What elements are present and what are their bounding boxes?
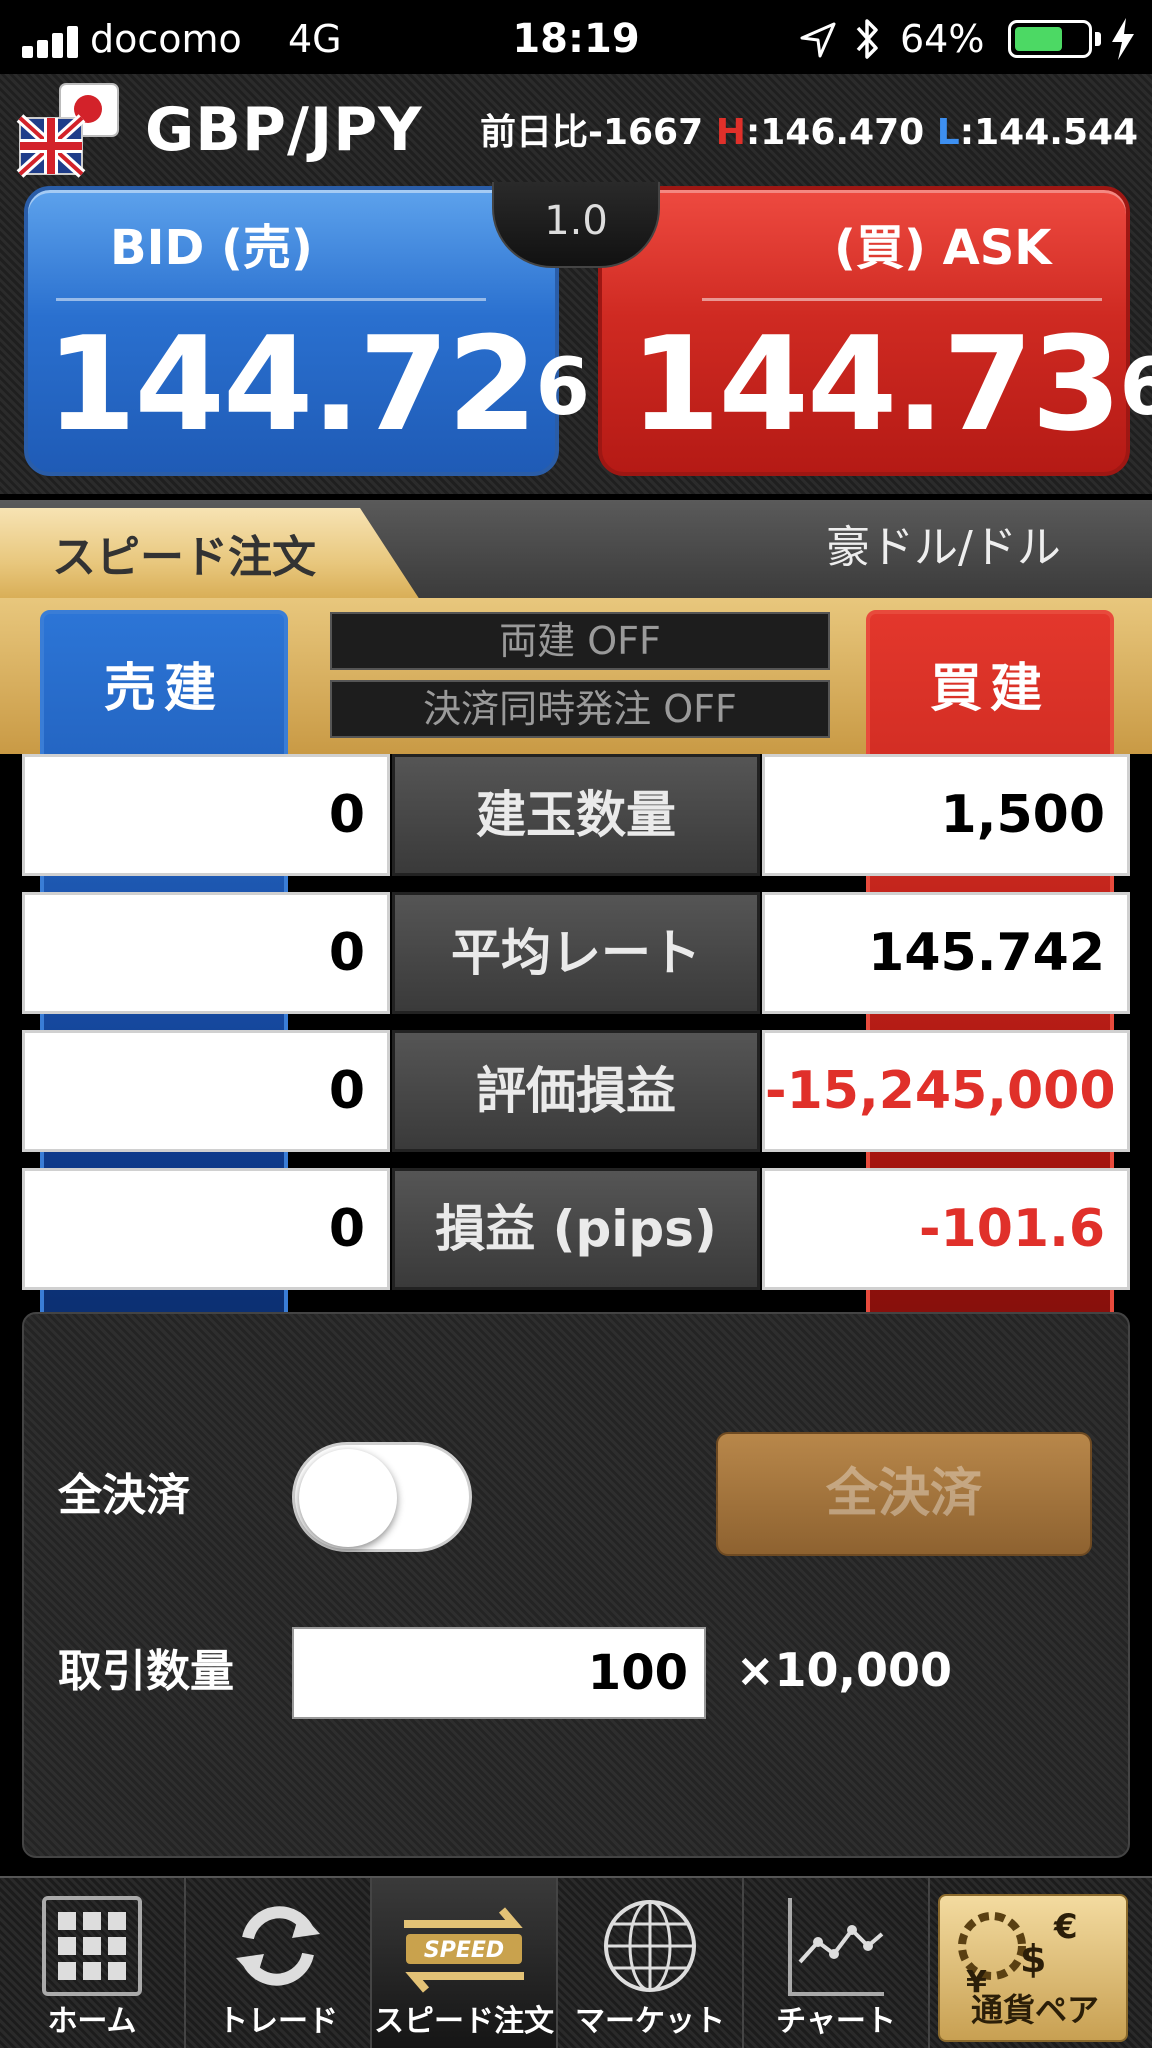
quantity-unit: ×10,000 (736, 1643, 953, 1697)
battery-cap (1095, 32, 1101, 46)
nav-trade[interactable]: トレード (186, 1878, 370, 2048)
quantity-input[interactable]: 100 (292, 1627, 706, 1719)
nav-market-label: マーケット (575, 2004, 725, 2039)
nav-chart[interactable]: チャート (744, 1878, 928, 2048)
nav-speed-order-label: スピード注文 (374, 2004, 554, 2039)
currency-icon: € $ ¥ (958, 1907, 1078, 1996)
tab-speed-order-label: スピード注文 (52, 532, 316, 583)
toggle-knob (299, 1449, 397, 1547)
spread-value: 1.0 (544, 198, 608, 244)
currency-pair-title: GBP/JPY (145, 95, 423, 165)
battery-percent: 64% (900, 17, 985, 61)
daily-stats: 前日比-1667 H:146.470 L:144.544 (480, 108, 1138, 158)
close-all-toggle[interactable] (292, 1442, 472, 1552)
simultaneous-order-setting[interactable]: 決済同時発注 OFF (330, 680, 830, 738)
hedge-setting[interactable]: 両建 OFF (330, 612, 830, 670)
nav-market[interactable]: マーケット (558, 1878, 742, 2048)
change-label: 前日比 (480, 112, 589, 153)
sell-value: 0 (22, 1168, 390, 1290)
low-letter: L (936, 112, 960, 153)
buy-value: 1,500 (762, 754, 1130, 876)
nav-home-label: ホーム (47, 2004, 137, 2039)
speed-badge-text: SPEED (424, 1938, 504, 1963)
location-icon (800, 22, 836, 58)
nav-currency-pair[interactable]: € $ ¥ 通貨ペア (938, 1894, 1128, 2042)
ask-label: (買) ASK (834, 220, 1052, 276)
change-value: -1667 (588, 112, 704, 153)
nav-currency-pair-label: 通貨ペア (970, 1991, 1099, 2029)
settlement-panel (22, 1312, 1130, 1858)
row-label: 評価損益 (392, 1030, 760, 1152)
ask-price: 144.736 (630, 308, 1152, 460)
low-value: :144.544 (959, 112, 1139, 153)
quantity-label: 取引数量 (58, 1646, 234, 1697)
close-all-button[interactable]: 全決済 (716, 1432, 1092, 1556)
bid-divider (56, 298, 486, 301)
speed-icon: SPEED (404, 1907, 524, 1993)
buy-value: 145.742 (762, 892, 1130, 1014)
currency-flags-icon (16, 83, 119, 178)
buy-value: -15,245,000 (762, 1030, 1130, 1152)
charging-icon (1112, 18, 1134, 60)
bid-button[interactable]: BID (売) 144.726 (24, 186, 590, 476)
ask-button[interactable]: (買) ASK 144.736 (598, 186, 1152, 476)
svg-text:$: $ (1020, 1937, 1046, 1981)
table-row: 0 建玉数量 1,500 (22, 754, 1130, 876)
row-label: 建玉数量 (392, 754, 760, 876)
sell-value: 0 (22, 754, 390, 876)
bluetooth-icon (856, 19, 878, 59)
table-row: 0 損益 (pips) -101.6 (22, 1168, 1130, 1290)
buy-value: -101.6 (762, 1168, 1130, 1290)
bid-price: 144.726 (46, 308, 590, 460)
sell-value: 0 (22, 892, 390, 1014)
close-all-toggle-label: 全決済 (58, 1470, 190, 1521)
nav-home[interactable]: ホーム (0, 1878, 184, 2048)
chart-icon (788, 1898, 884, 1996)
row-label: 平均レート (392, 892, 760, 1014)
buy-label: 買建 (929, 659, 1050, 719)
nav-speed-order[interactable]: SPEED スピード注文 (372, 1878, 556, 2048)
table-row: 0 平均レート 145.742 (22, 892, 1130, 1014)
svg-text:€: € (1053, 1907, 1078, 1947)
sell-label: 売建 (103, 659, 224, 719)
sell-value: 0 (22, 1030, 390, 1152)
high-value: :146.470 (745, 112, 925, 153)
bid-label: BID (売) (110, 220, 313, 276)
nav-trade-label: トレード (218, 2004, 338, 2039)
globe-icon (604, 1900, 696, 1992)
nav-divider (928, 1878, 930, 2048)
grid-icon (42, 1896, 142, 1996)
tab-aud-usd[interactable]: 豪ドル/ドル (826, 518, 1061, 578)
table-row: 0 評価損益 -15,245,000 (22, 1030, 1130, 1152)
refresh-icon (236, 1906, 320, 1986)
battery-icon (1008, 20, 1092, 58)
nav-chart-label: チャート (776, 2004, 896, 2039)
row-label: 損益 (pips) (392, 1168, 760, 1290)
high-letter: H (715, 112, 746, 153)
ask-divider (702, 298, 1102, 301)
